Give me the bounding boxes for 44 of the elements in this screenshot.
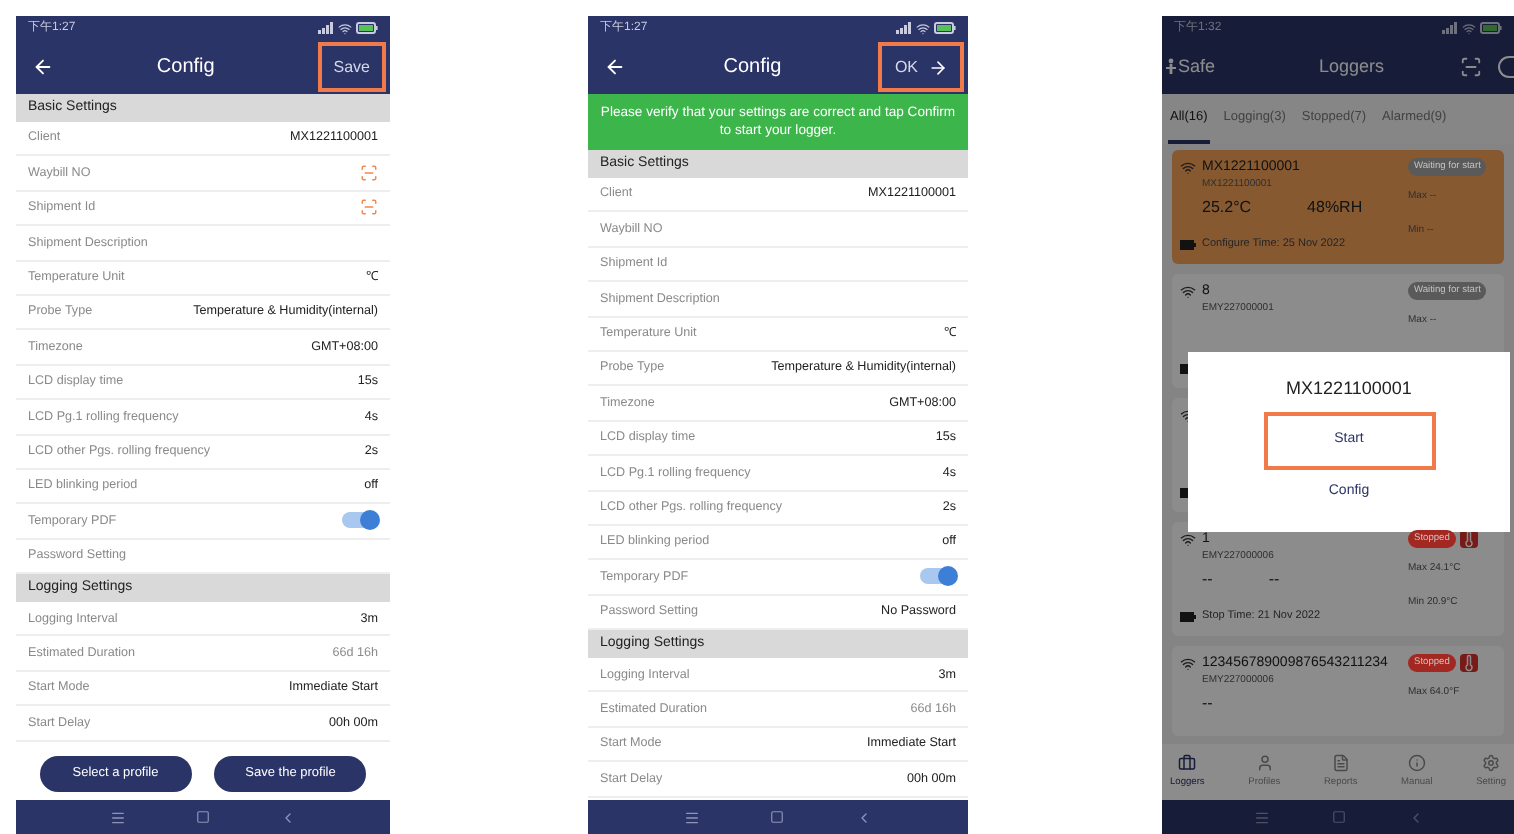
wifi-icon [1462, 21, 1476, 35]
toggle-switch[interactable] [342, 512, 378, 529]
gear-icon [1482, 753, 1501, 772]
home-icon[interactable] [770, 810, 785, 824]
document-icon [1331, 753, 1350, 772]
battery-icon [1180, 612, 1196, 622]
back-arrow-icon[interactable] [604, 56, 626, 78]
logo-icon [1166, 58, 1176, 76]
scan-icon[interactable] [360, 164, 378, 183]
home-icon[interactable] [195, 810, 210, 824]
wifi-icon [916, 21, 930, 35]
toggle-switch[interactable] [920, 568, 956, 585]
screen-title: Config [156, 54, 215, 82]
signal-icon [318, 22, 334, 34]
battery-icon [356, 22, 378, 34]
menu-icon[interactable] [1253, 809, 1269, 825]
menu-icon[interactable] [110, 809, 127, 825]
reading-value: 48%RH [1307, 196, 1363, 220]
wifi-icon [1180, 160, 1196, 176]
wifi-icon [338, 21, 352, 35]
signal-icon [1442, 22, 1458, 34]
signal-icon [896, 22, 912, 34]
screen-title: Loggers [1318, 53, 1385, 80]
reading-value: 25.2°C [1202, 196, 1252, 220]
wifi-icon [1180, 284, 1196, 300]
battery-icon [1180, 240, 1196, 250]
menu-icon[interactable] [683, 809, 700, 825]
reading-value: -- [1202, 692, 1213, 716]
info-icon [1407, 753, 1426, 772]
battery-icon [934, 22, 956, 34]
scan-icon[interactable] [360, 198, 378, 217]
header-action-button[interactable]: OK [878, 42, 964, 92]
back-arrow-icon[interactable] [32, 56, 54, 78]
wifi-icon [1180, 656, 1196, 672]
brand-logo: Safe [1178, 53, 1216, 80]
wifi-icon [1180, 532, 1196, 548]
reading-value: -- [1268, 568, 1280, 592]
header-action-button[interactable]: Save [317, 42, 386, 92]
screen-title: Config [723, 54, 782, 82]
scan-icon[interactable] [1459, 56, 1482, 78]
battery-icon [1480, 22, 1502, 34]
person-icon [1255, 753, 1274, 772]
reading-value: -- [1202, 568, 1213, 592]
briefcase-icon [1178, 753, 1197, 772]
